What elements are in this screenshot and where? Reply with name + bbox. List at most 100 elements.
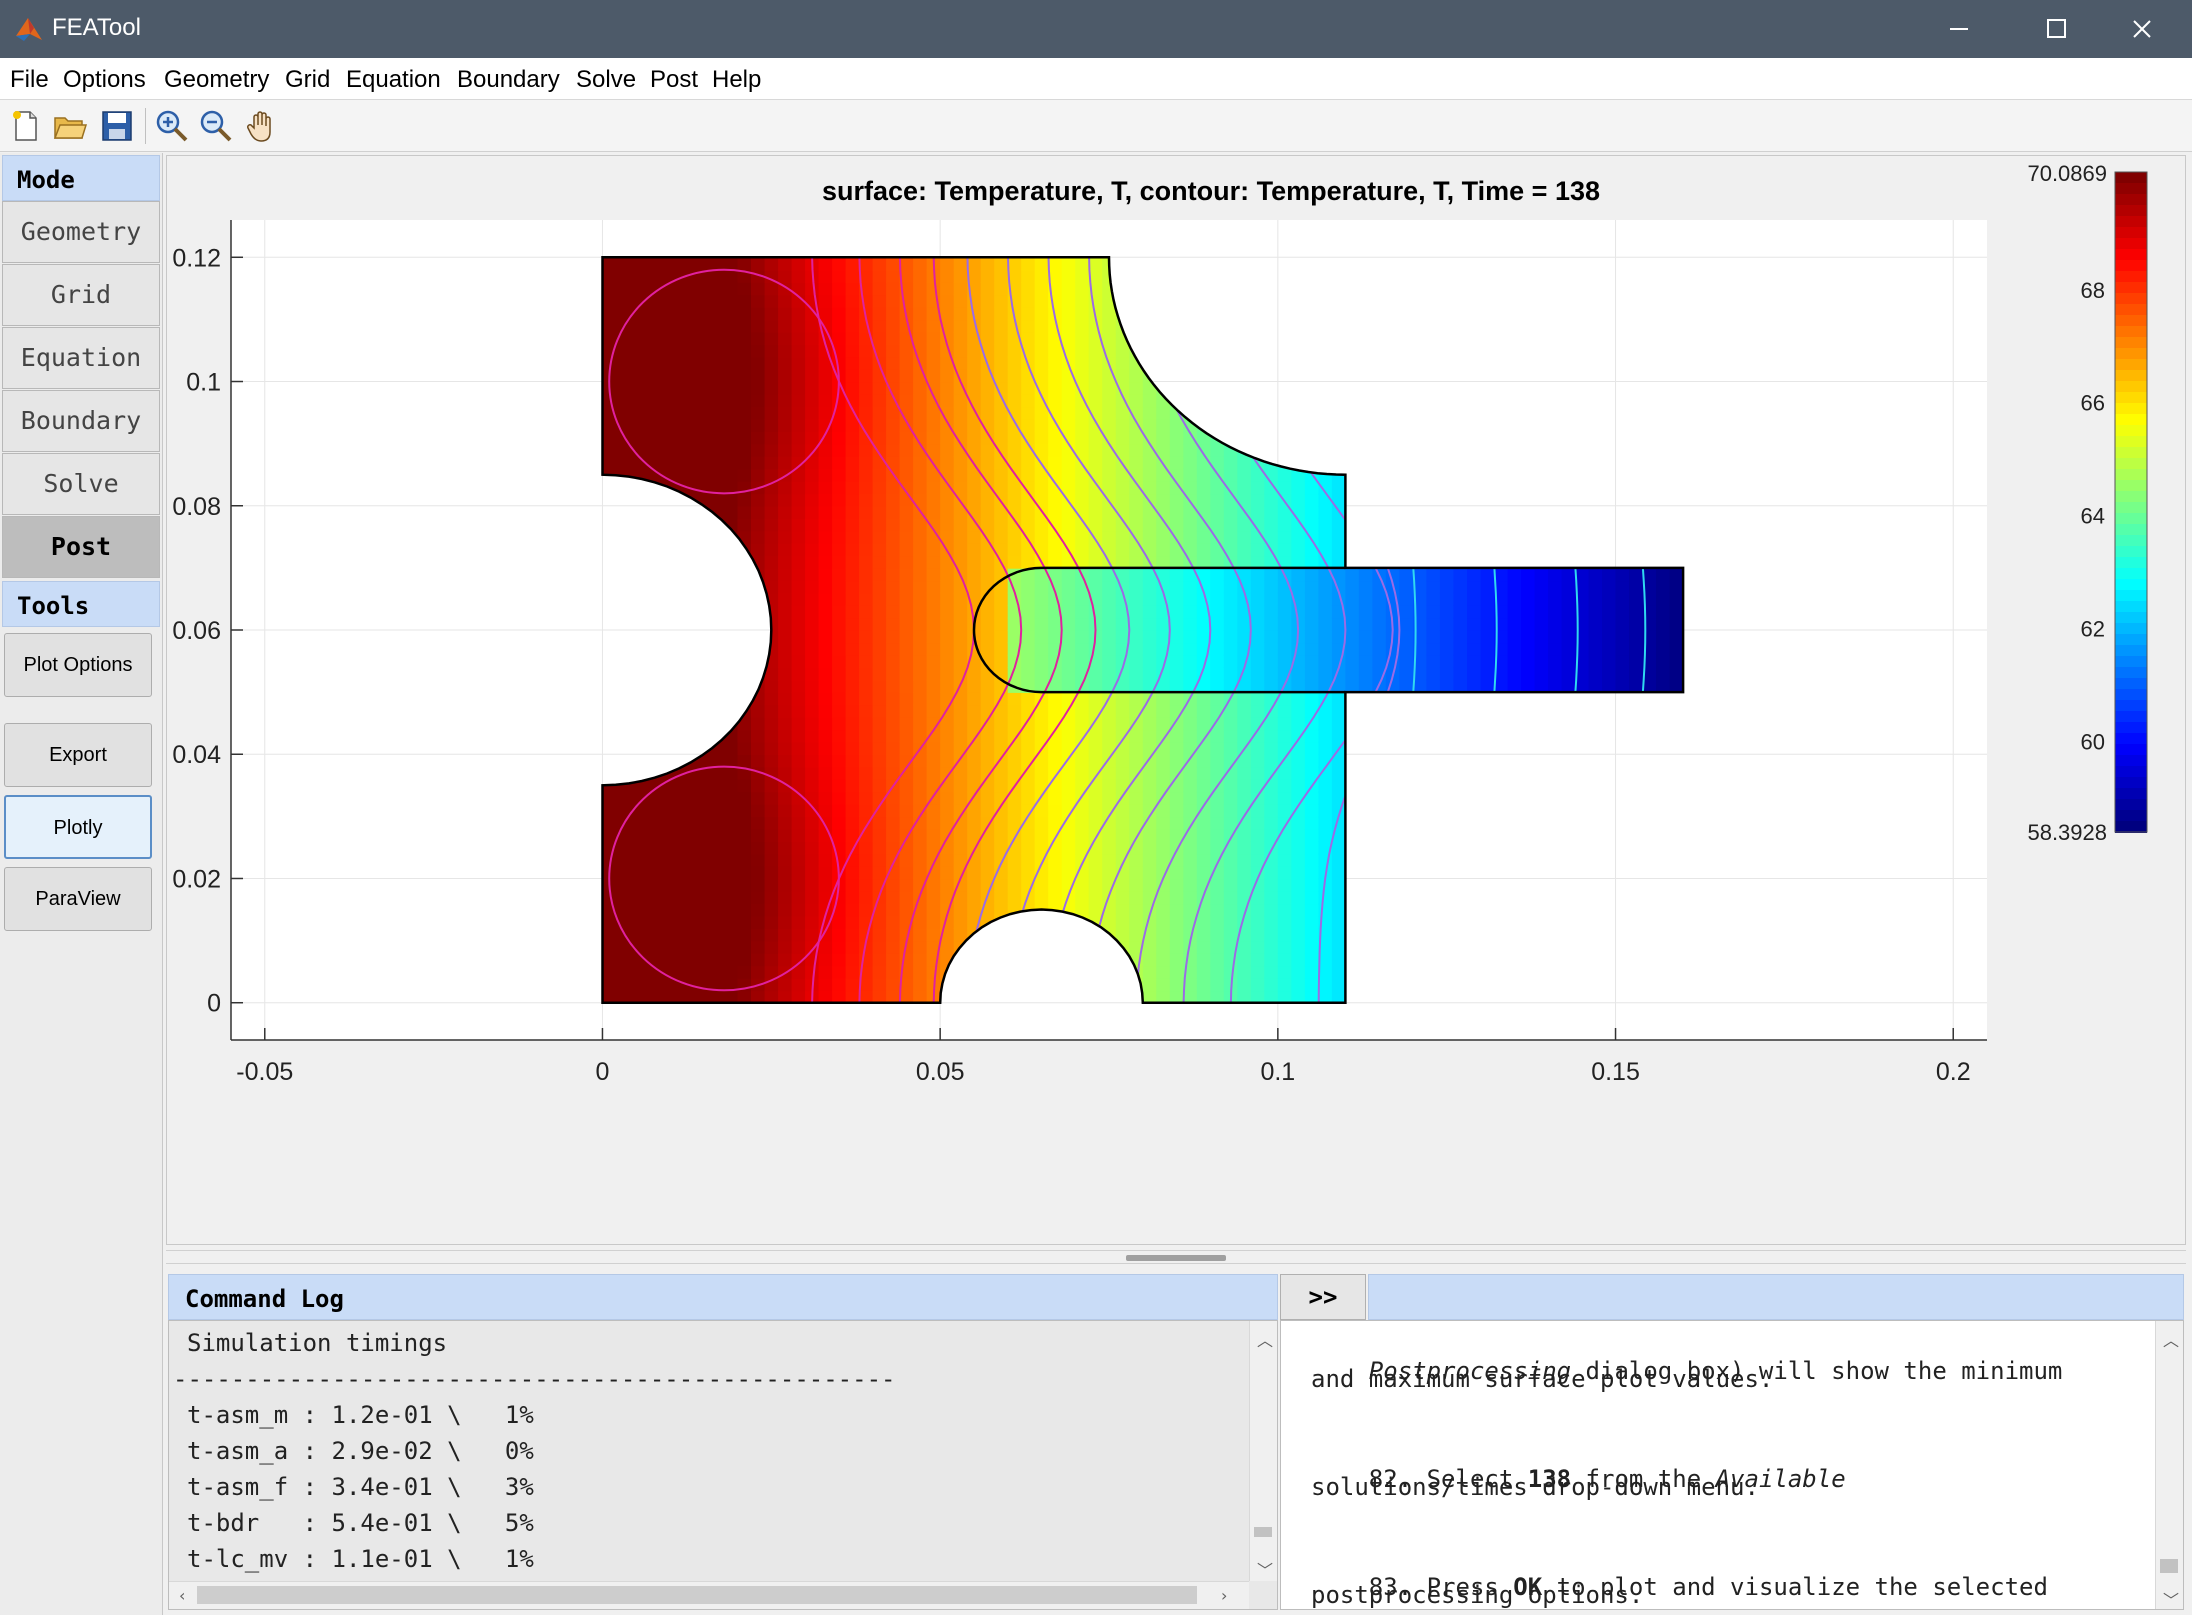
surface-cell (967, 816, 982, 830)
paraview-button[interactable]: ParaView (4, 867, 152, 931)
surface-cell (818, 977, 833, 992)
surface-cell (1021, 866, 1036, 880)
surface-cell (832, 779, 847, 793)
zoom-out-icon[interactable] (198, 108, 234, 144)
close-button[interactable] (2096, 0, 2188, 58)
surface-cell (1196, 779, 1212, 793)
surface-cell (899, 518, 914, 532)
mode-boundary-button[interactable]: Boundary (2, 390, 160, 452)
surface-cell (832, 319, 847, 333)
surface-cell (845, 493, 860, 507)
surface-cell (899, 592, 914, 606)
surface-cell (1277, 853, 1293, 867)
surface-cell (751, 828, 766, 842)
surface-cell (845, 729, 860, 743)
surface-cell (1304, 505, 1320, 519)
mode-post-button[interactable]: Post (2, 516, 160, 578)
surface-cell (1102, 480, 1117, 495)
surface-cell (926, 331, 941, 345)
surface-cell (994, 592, 1009, 606)
surface-cell (670, 443, 685, 457)
pan-hand-icon[interactable] (244, 108, 280, 144)
surface-cell (818, 393, 833, 408)
open-folder-icon[interactable] (52, 108, 88, 144)
export-button[interactable]: Export (4, 723, 152, 787)
surface-cell (1277, 915, 1293, 929)
mode-grid-button[interactable]: Grid (2, 264, 160, 326)
menu-options[interactable]: Options (63, 66, 146, 94)
menu-file[interactable]: File (10, 66, 49, 94)
postprocessing-plot[interactable]: surface: Temperature, T, contour: Temper… (167, 156, 2185, 1244)
plot-options-button[interactable]: Plot Options (4, 633, 152, 697)
surface-cell (1331, 890, 1347, 905)
surface-cell (602, 816, 617, 830)
surface-cell (1210, 890, 1225, 905)
surface-cell (1007, 890, 1022, 905)
surface-cell (602, 940, 617, 954)
surface-cell (980, 269, 995, 283)
menu-grid[interactable]: Grid (285, 66, 330, 94)
minimize-button[interactable] (1912, 0, 2004, 58)
surface-cell (616, 866, 631, 880)
surface-cell (1345, 605, 1360, 619)
surface-cell (1548, 630, 1563, 644)
plotly-button[interactable]: Plotly (4, 795, 152, 859)
menu-post[interactable]: Post (650, 66, 698, 94)
mode-geometry-button[interactable]: Geometry (2, 201, 160, 263)
surface-cell (967, 480, 982, 495)
surface-cell (1169, 754, 1185, 768)
surface-cell (1304, 828, 1320, 842)
surface-cell (1183, 592, 1198, 606)
surface-cell (616, 406, 631, 420)
zoom-in-icon[interactable] (154, 108, 190, 144)
surface-cell (1061, 791, 1076, 805)
surface-cell (1048, 890, 1063, 905)
surface-cell (967, 543, 982, 557)
surface-cell (1007, 754, 1022, 768)
surface-cell (940, 456, 955, 470)
menu-help[interactable]: Help (712, 66, 761, 94)
surface-cell (1169, 841, 1185, 855)
surface-cell (818, 729, 833, 743)
save-icon[interactable] (99, 108, 135, 144)
surface-cell (791, 393, 806, 408)
surface-cell (1115, 878, 1131, 892)
surface-cell (994, 344, 1009, 358)
surface-cell (751, 741, 766, 755)
surface-cell (1615, 567, 1630, 582)
surface-cell (1156, 890, 1171, 905)
surface-cell (1277, 704, 1293, 718)
surface-cell (953, 319, 968, 333)
surface-cell (953, 779, 968, 793)
surface-cell (1426, 592, 1441, 606)
surface-cell (805, 729, 820, 743)
menu-solve[interactable]: Solve (576, 66, 636, 94)
surface-cell (1561, 605, 1576, 619)
surface-cell (1075, 779, 1090, 793)
surface-cell (656, 977, 671, 992)
surface-cell (1102, 381, 1117, 395)
surface-cell (953, 890, 968, 905)
maximize-button[interactable] (2004, 0, 2096, 58)
surface-cell (845, 654, 860, 668)
surface-cell (710, 307, 725, 321)
surface-cell (913, 828, 928, 842)
surface-cell (1034, 369, 1049, 383)
surface-cell (994, 630, 1009, 644)
new-file-icon[interactable] (8, 108, 44, 144)
menu-equation[interactable]: Equation (346, 66, 441, 94)
surface-cell (1264, 518, 1279, 532)
mode-equation-button[interactable]: Equation (2, 327, 160, 389)
menu-geometry[interactable]: Geometry (164, 66, 269, 94)
surface-cell (1210, 729, 1225, 743)
x-tick-label: -0.05 (236, 1058, 293, 1086)
menu-bar: File Options Geometry Grid Equation Boun… (0, 58, 2192, 100)
surface-cell (1237, 779, 1252, 793)
surface-cell (1277, 630, 1293, 644)
surface-cell (778, 518, 793, 532)
mode-solve-button[interactable]: Solve (2, 453, 160, 515)
menu-boundary[interactable]: Boundary (457, 66, 560, 94)
surface-cell (1318, 667, 1333, 681)
surface-cell (1088, 393, 1103, 408)
surface-cell (1602, 654, 1617, 668)
